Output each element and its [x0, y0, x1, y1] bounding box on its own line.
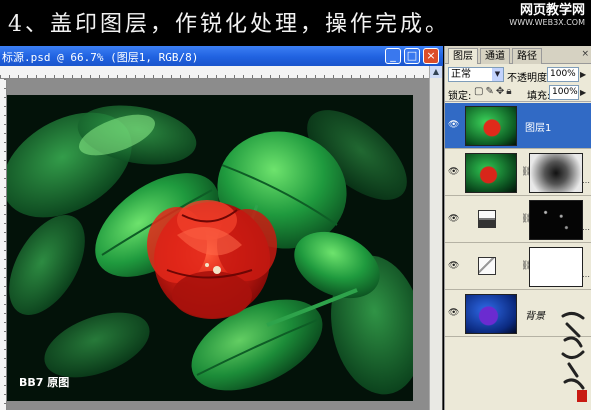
- horizontal-ruler: [0, 66, 430, 79]
- watermark-name: 网页教学网: [519, 3, 585, 18]
- eye-icon[interactable]: 👁︎: [448, 261, 460, 271]
- eye-icon[interactable]: 👁︎: [448, 308, 460, 318]
- blend-mode-value: 正常: [451, 69, 471, 80]
- fill-input[interactable]: 100%: [549, 85, 579, 100]
- lock-icon[interactable]: 🔒︎: [506, 86, 513, 97]
- layer-row-masked[interactable]: 👁︎ ⛓︎ …: [445, 150, 591, 196]
- vertical-ruler: [0, 79, 7, 410]
- more-icon: …: [582, 270, 590, 279]
- eye-icon[interactable]: 👁︎: [448, 214, 460, 224]
- layer-thumbnail: [465, 294, 517, 334]
- layer-name[interactable]: 背景: [525, 307, 545, 322]
- canvas-image[interactable]: BB7 原图: [7, 95, 413, 401]
- canvas-caption: BB7 原图: [19, 376, 70, 389]
- minimize-button[interactable]: _: [385, 48, 401, 64]
- site-watermark: 网页教学网 WWW.WEB3X.COM: [509, 3, 585, 28]
- watermark-url: WWW.WEB3X.COM: [509, 18, 585, 27]
- move-icon[interactable]: ✥: [496, 86, 506, 97]
- layer-mask-thumbnail[interactable]: [529, 153, 583, 193]
- eye-icon[interactable]: 👁︎: [448, 120, 460, 130]
- layer-thumbnail: [465, 153, 517, 193]
- scroll-up-arrow-icon[interactable]: ▲: [430, 66, 442, 78]
- layer-row-layer1[interactable]: 👁︎ 图层1: [445, 103, 591, 149]
- tab-paths[interactable]: 路径: [512, 48, 542, 64]
- instruction-banner: 4、盖印图层，作锐化处理，操作完成。 网页教学网 WWW.WEB3X.COM: [0, 0, 591, 46]
- adjustment-layer-icon: [478, 210, 496, 228]
- more-icon: …: [582, 176, 590, 185]
- dropdown-arrow-icon[interactable]: ▼: [492, 68, 503, 81]
- blend-opacity-row: 正常 ▼ 不透明度: 100% ▶: [445, 65, 591, 84]
- tab-channels[interactable]: 通道: [480, 48, 510, 64]
- document-title: 标源.psd @ 66.7% (图层1, RGB/8): [2, 51, 199, 64]
- adjustment-layer-icon: [478, 257, 496, 275]
- blend-mode-select[interactable]: 正常 ▼: [448, 67, 504, 82]
- panel-tabs: 图层 通道 路径 ×: [445, 46, 591, 64]
- layer-thumbnail: [465, 106, 517, 146]
- eye-icon[interactable]: 👁︎: [448, 167, 460, 177]
- layer-name[interactable]: 图层1: [525, 119, 551, 134]
- layer-mask-thumbnail[interactable]: [529, 200, 583, 240]
- more-icon: …: [582, 223, 590, 232]
- step-caption: 4、盖印图层，作锐化处理，操作完成。: [8, 12, 450, 37]
- close-button[interactable]: ×: [423, 48, 439, 64]
- vertical-scrollbar[interactable]: ▲: [429, 66, 442, 410]
- lock-options[interactable]: ▢✎✥🔒︎: [474, 86, 514, 97]
- close-icon[interactable]: ×: [581, 49, 589, 59]
- layer-mask-thumbnail[interactable]: [529, 247, 583, 287]
- lock-label: 锁定:: [448, 91, 472, 102]
- opacity-input[interactable]: 100%: [547, 67, 579, 82]
- maximize-button[interactable]: □: [404, 48, 420, 64]
- layers-panel: 图层 通道 路径 × 正常 ▼ 不透明度: 100% ▶ 锁定: ▢✎✥🔒︎ 填…: [444, 46, 591, 410]
- document-title-bar[interactable]: 标源.psd @ 66.7% (图层1, RGB/8) _ □ ×: [0, 46, 443, 66]
- opacity-arrow-icon[interactable]: ▶: [580, 70, 586, 79]
- tab-layers[interactable]: 图层: [448, 48, 478, 64]
- fill-label: 填充:: [527, 91, 551, 102]
- opacity-label: 不透明度:: [507, 73, 551, 84]
- fill-arrow-icon[interactable]: ▶: [580, 88, 586, 97]
- lock-transparency-icon[interactable]: ▢: [474, 86, 485, 97]
- hibiscus-photo: [7, 95, 413, 401]
- brush-icon[interactable]: ✎: [485, 86, 495, 97]
- calligraphy-seal-mark: [561, 311, 587, 402]
- lock-fill-row: 锁定: ▢✎✥🔒︎ 填充: 100% ▶: [445, 84, 591, 102]
- layer-row-adjustment-2[interactable]: 👁︎ ⛓︎ …: [445, 244, 591, 290]
- layer-row-adjustment-1[interactable]: 👁︎ ⛓︎ …: [445, 197, 591, 243]
